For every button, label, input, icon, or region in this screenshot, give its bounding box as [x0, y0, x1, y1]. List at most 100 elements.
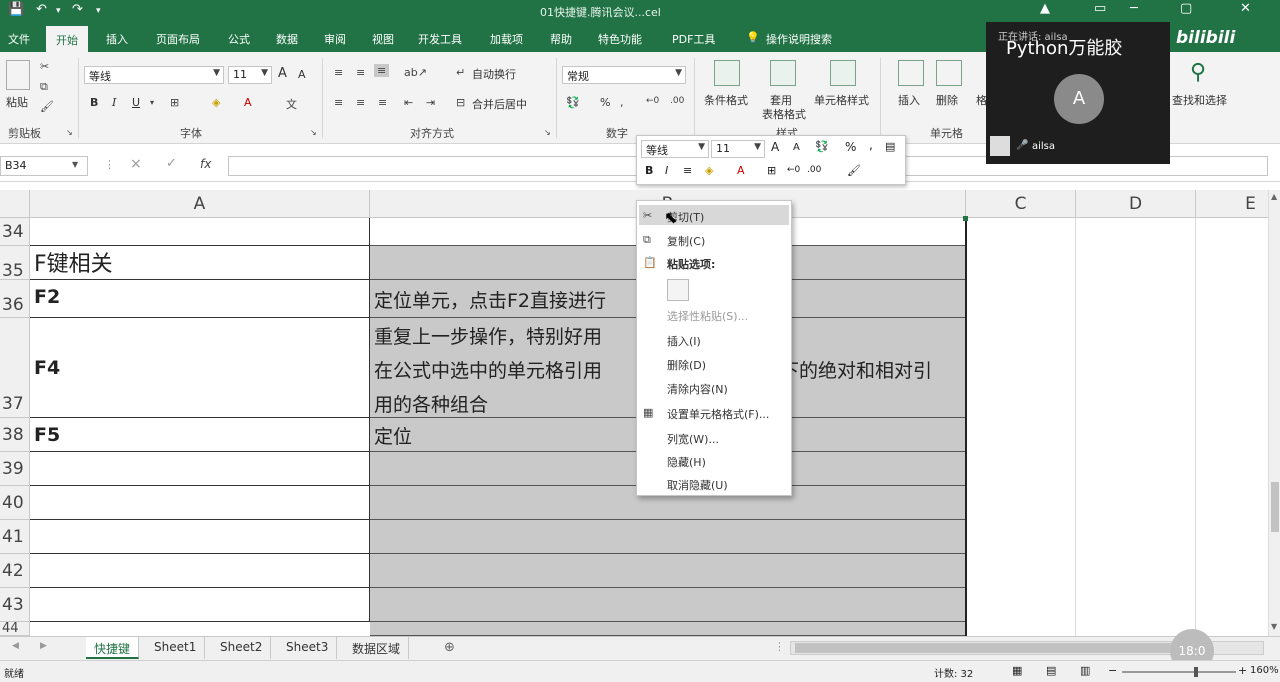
align-center-icon[interactable]: ≡ — [356, 96, 365, 109]
align-top-icon[interactable]: ≡ — [334, 66, 343, 79]
shrink-font-button[interactable]: A — [298, 68, 306, 81]
cell-b43[interactable] — [370, 588, 966, 622]
menu-item-column-width[interactable]: 列宽(W)... — [667, 431, 719, 447]
menu-item-paste-special[interactable]: 选择性粘贴(S)... — [667, 308, 748, 324]
cut-icon[interactable]: ✂ — [40, 60, 49, 73]
orientation-icon[interactable]: ab↗ — [404, 66, 427, 79]
paste-icon[interactable] — [6, 60, 30, 90]
grow-font-button[interactable]: A — [278, 66, 287, 81]
bold-button[interactable]: B — [90, 96, 98, 109]
row-header[interactable]: 38 — [0, 418, 30, 452]
paste-option-icon[interactable] — [667, 279, 689, 301]
mini-decrease-decimal-icon[interactable]: .00 — [807, 165, 821, 175]
mini-percent-button[interactable]: % — [845, 140, 856, 154]
add-sheet-icon[interactable]: ⊕ — [444, 640, 455, 655]
italic-button[interactable]: I — [112, 96, 116, 109]
mini-fill-color-icon[interactable]: ◈ — [705, 164, 713, 177]
dialog-launcher-icon[interactable]: ↘ — [310, 128, 317, 137]
scroll-left-icon[interactable]: ◀ — [12, 641, 19, 651]
scroll-right-icon[interactable]: ▶ — [40, 641, 47, 651]
minimize-icon[interactable]: ─ — [1130, 1, 1138, 16]
close-icon[interactable]: ✕ — [1240, 1, 1251, 16]
tab-page-layout[interactable]: 页面布局 — [150, 28, 206, 50]
cell-styles-button[interactable]: 单元格样式 — [814, 92, 869, 108]
border-icon[interactable]: ⊞ — [170, 96, 179, 109]
copy-icon[interactable]: ⧉ — [40, 80, 48, 94]
row-header[interactable]: 40 — [0, 486, 30, 520]
cell-a37[interactable]: F4 — [30, 318, 370, 418]
scroll-thumb[interactable] — [1271, 482, 1279, 532]
zoom-slider[interactable] — [1122, 667, 1236, 677]
tab-developer[interactable]: 开发工具 — [412, 28, 468, 50]
chevron-down-icon[interactable]: ▾ — [56, 6, 61, 16]
row-header[interactable]: 42 — [0, 554, 30, 588]
percent-button[interactable]: % — [600, 96, 610, 109]
insert-cells-button[interactable]: 插入 — [898, 92, 920, 108]
vertical-scrollbar[interactable]: ▲ ▼ — [1268, 190, 1280, 636]
tab-formulas[interactable]: 公式 — [222, 28, 256, 50]
tab-help[interactable]: 帮助 — [544, 28, 578, 50]
chevron-down-icon[interactable]: ▾ — [150, 98, 154, 107]
wrap-text-button[interactable]: 自动换行 — [472, 66, 516, 82]
search-icon[interactable]: ⚲ — [1190, 60, 1206, 85]
font-color-icon[interactable]: A — [244, 96, 252, 109]
number-format-combo[interactable]: 常规 ▼ — [562, 66, 686, 84]
mini-format-painter-icon[interactable]: 🖌 — [847, 164, 861, 177]
select-all-corner[interactable] — [0, 190, 30, 218]
menu-item-copy[interactable]: 复制(C) — [667, 233, 705, 249]
mini-font-combo[interactable]: 等线 ▼ — [641, 140, 709, 158]
menu-item-unhide[interactable]: 取消隐藏(U) — [667, 477, 728, 493]
cell-a38[interactable]: F5 — [30, 418, 370, 452]
tab-addins[interactable]: 加载项 — [484, 28, 529, 50]
menu-item-insert[interactable]: 插入(I) — [667, 333, 701, 349]
font-size-combo[interactable]: 11 ▼ — [228, 66, 272, 84]
column-header-e[interactable]: E — [1196, 190, 1268, 218]
row-header[interactable]: 36 — [0, 280, 30, 318]
decrease-decimal-icon[interactable]: .00 — [670, 96, 684, 106]
sheet-tab-sheet1[interactable]: Sheet1 — [146, 637, 206, 659]
page-break-icon[interactable]: ▥ — [1080, 664, 1090, 677]
row-header[interactable]: 43 — [0, 588, 30, 622]
underline-button[interactable]: U — [132, 96, 140, 109]
fill-handle[interactable] — [963, 216, 968, 221]
row-header[interactable]: 44 — [0, 622, 30, 636]
tab-insert[interactable]: 插入 — [100, 28, 134, 50]
conditional-format-icon[interactable] — [714, 60, 740, 86]
redo-icon[interactable]: ↷ — [72, 2, 83, 17]
delete-cells-button[interactable]: 删除 — [936, 92, 958, 108]
mini-italic-button[interactable]: I — [665, 164, 668, 177]
mini-bold-button[interactable]: B — [645, 164, 653, 177]
phonetic-icon[interactable]: 文 — [286, 96, 297, 112]
cell-a35[interactable]: F键相关 — [30, 246, 370, 280]
mini-border-icon[interactable]: ⊞ — [767, 164, 776, 177]
decrease-indent-icon[interactable]: ⇤ — [404, 96, 413, 109]
sheet-tab-sheet2[interactable]: Sheet2 — [212, 637, 272, 659]
cell-b42[interactable] — [370, 554, 966, 588]
find-select-button[interactable]: 查找和选择 — [1172, 92, 1227, 108]
cell-a39[interactable] — [30, 452, 370, 486]
undo-icon[interactable]: ↶ — [36, 2, 47, 17]
menu-item-clear[interactable]: 清除内容(N) — [667, 381, 728, 397]
paste-button[interactable]: 粘贴 — [6, 94, 28, 110]
scroll-up-icon[interactable]: ▲ — [1271, 192, 1277, 201]
tell-me-search[interactable]: 操作说明搜索 — [760, 28, 838, 50]
sheet-tab-sheet3[interactable]: Sheet3 — [278, 637, 338, 659]
menu-item-delete[interactable]: 删除(D) — [667, 357, 706, 373]
normal-view-icon[interactable]: ▦ — [1012, 664, 1022, 677]
conditional-format-button[interactable]: 条件格式 — [704, 92, 748, 108]
chevron-down-icon[interactable]: ▼ — [72, 160, 78, 169]
align-middle-icon[interactable]: ≡ — [356, 66, 365, 79]
comma-icon[interactable]: , — [620, 96, 624, 109]
cell-a42[interactable] — [30, 554, 370, 588]
enter-icon[interactable]: ✓ — [166, 156, 177, 171]
sheet-tab-shortcuts[interactable]: 快捷键 — [86, 637, 140, 659]
zoom-out-icon[interactable]: − — [1108, 664, 1117, 677]
zoom-thumb[interactable] — [1194, 667, 1198, 677]
format-table-button-line2[interactable]: 表格格式 — [762, 106, 806, 122]
insert-cells-icon[interactable] — [898, 60, 924, 86]
merge-center-button[interactable]: 合并后居中 — [472, 96, 527, 112]
insert-function-button[interactable]: fx — [200, 157, 211, 171]
scroll-down-icon[interactable]: ▼ — [1271, 622, 1277, 631]
maximize-icon[interactable]: ▢ — [1180, 1, 1192, 16]
tab-special[interactable]: 特色功能 — [592, 28, 648, 50]
